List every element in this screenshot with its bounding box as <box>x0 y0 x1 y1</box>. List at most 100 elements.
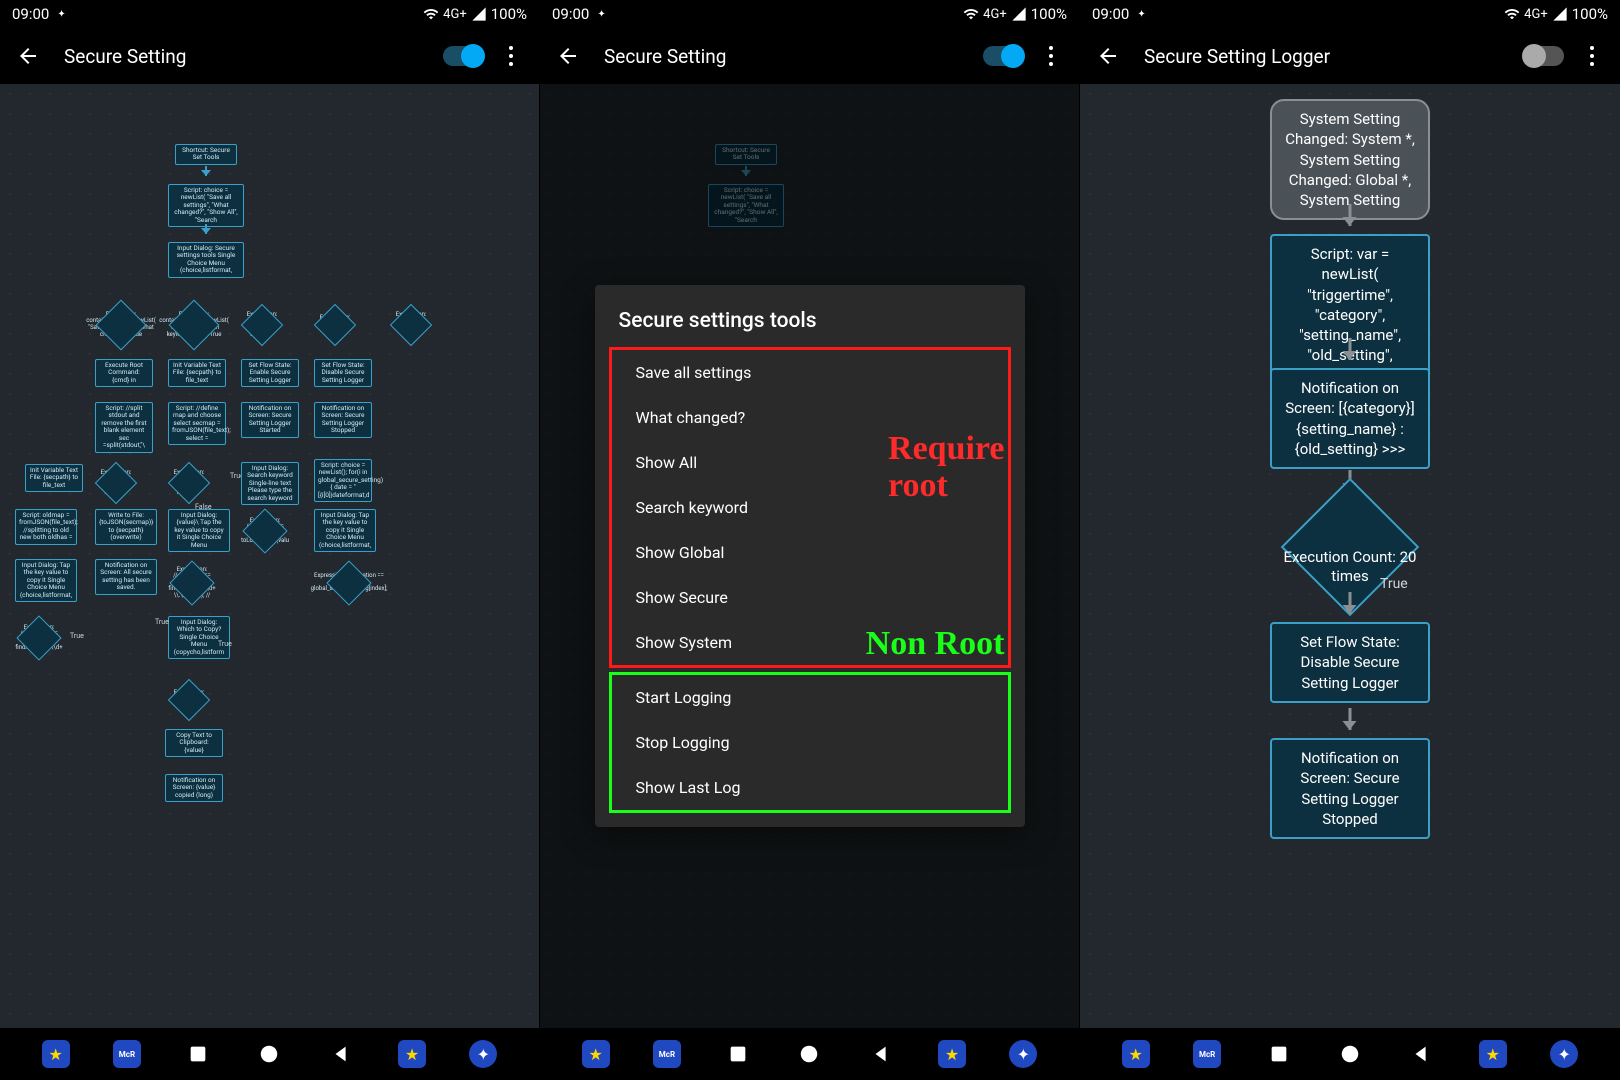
node-copied[interactable]: Notification on Screen: {value} copied (… <box>165 774 223 802</box>
decision-b[interactable]: Expression: containsElement(newList( "Sh… <box>168 299 220 351</box>
app-icon-4[interactable]: ✦ <box>469 1040 497 1068</box>
opt-save-all[interactable]: Save all settings <box>612 350 1008 395</box>
node-which[interactable]: Input Dialog: Which to Copy? Single Choi… <box>168 616 230 659</box>
node-notif-saved[interactable]: Notification on Screen: All secure setti… <box>95 559 157 595</box>
node-init[interactable]: Init Variable Text File: {secpath} to fi… <box>168 359 226 387</box>
decision-sec[interactable]: Expression: //operation == "ok"|| sec = … <box>325 559 373 607</box>
recent-icon[interactable] <box>1265 1040 1293 1068</box>
app-icon-3[interactable]: ★ <box>938 1040 966 1068</box>
node-enable[interactable]: Set Flow State: Enable Secure Setting Lo… <box>241 359 299 387</box>
node-tap3[interactable]: Input Dialog: Tap the key value to copy … <box>314 509 376 552</box>
node-initvar2[interactable]: Init Variable Text File: {secpath} to fi… <box>25 464 83 492</box>
overflow-icon[interactable] <box>1580 46 1604 66</box>
app-icon-1[interactable]: ★ <box>42 1040 70 1068</box>
overflow-icon[interactable] <box>1039 46 1063 66</box>
status-time: 09:00 <box>1092 5 1129 23</box>
node-tap1[interactable]: Input Dialog: Tap the key value to copy … <box>15 559 77 602</box>
app-icon-1[interactable]: ★ <box>582 1040 610 1068</box>
node-disable[interactable]: Set Flow State: Disable Secure Setting L… <box>314 359 372 387</box>
node-map[interactable]: Script: //define map and choose select s… <box>168 402 226 445</box>
status-bar: 09:00 ✦ 4G+ 100% <box>0 0 539 28</box>
enable-toggle[interactable] <box>1524 46 1564 66</box>
node-input1[interactable]: Input Dialog: Secure settings tools Sing… <box>168 242 244 278</box>
home-icon[interactable] <box>795 1040 823 1068</box>
label-true: True <box>70 632 84 640</box>
node-oldmap[interactable]: Script: oldmap = fromJSON(file_text); //… <box>15 509 77 545</box>
wifi-icon <box>963 6 979 22</box>
status-share-icon: ✦ <box>1137 9 1145 20</box>
app-bar: Secure Setting Logger <box>1080 28 1620 84</box>
app-icon-1[interactable]: ★ <box>1122 1040 1150 1068</box>
app-icon-4[interactable]: ✦ <box>1009 1040 1037 1068</box>
node-write[interactable]: Write to File: {toJSON(secmap)} to {secp… <box>95 509 157 545</box>
node-split[interactable]: Script: //split stdout and remove the fi… <box>95 402 153 453</box>
opt-start-log[interactable]: Start Logging <box>612 675 1008 720</box>
opt-show-last-log[interactable]: Show Last Log <box>612 765 1008 810</box>
app-icon-3[interactable]: ★ <box>1479 1040 1507 1068</box>
back-icon[interactable] <box>1096 44 1120 68</box>
status-share-icon: ✦ <box>57 9 65 20</box>
back-nav-icon[interactable] <box>1407 1040 1435 1068</box>
decision-ok-left[interactable]: Expression: //operation == "ok"|| find =… <box>15 614 63 662</box>
cell-icon <box>1552 6 1568 22</box>
back-nav-icon[interactable] <box>327 1040 355 1068</box>
decision-ok2[interactable]: Expression: operation == "ok" <box>168 679 210 721</box>
status-bar: 09:00 ✦ 4G+ 100% <box>540 0 1079 28</box>
back-nav-icon[interactable] <box>867 1040 895 1068</box>
opt-show-global[interactable]: Show Global <box>612 530 1008 575</box>
node-disable[interactable]: Set Flow State: Disable Secure Setting L… <box>1270 622 1430 703</box>
label-true: True <box>218 640 232 648</box>
recent-icon[interactable] <box>184 1040 212 1068</box>
dialog-overlay[interactable]: Secure settings tools Save all settings … <box>540 84 1079 1028</box>
home-icon[interactable] <box>255 1040 283 1068</box>
opt-show-secure[interactable]: Show Secure <box>612 575 1008 620</box>
page-title: Secure Setting <box>604 45 983 68</box>
decision-c[interactable]: Expression: value == "Start Logging" <box>241 304 283 346</box>
node-script1[interactable]: Script: choice = newList( "Save all sett… <box>168 184 244 227</box>
flow-canvas-2[interactable]: Shortcut: Secure Set Tools Script: choic… <box>540 84 1079 1028</box>
flow-canvas-1[interactable]: Shortcut: Secure Set Tools Script: choic… <box>0 84 539 1028</box>
dialog-title: Secure settings tools <box>595 309 1025 343</box>
overflow-icon[interactable] <box>499 46 523 66</box>
node-notif-stopped[interactable]: Notification on Screen: Secure Setting L… <box>314 402 372 438</box>
label-true: True <box>1380 576 1408 592</box>
node-notif1[interactable]: Notification on Screen: [{category}] {se… <box>1270 368 1430 469</box>
node-exec[interactable]: Execute Root Command: {cmd} in <box>95 359 153 387</box>
back-icon[interactable] <box>16 44 40 68</box>
node-search-dialog[interactable]: Input Dialog: Search keyword Single-line… <box>241 462 299 505</box>
app-icon-2[interactable]: McR <box>653 1040 681 1068</box>
decision-a[interactable]: Expression: containsElement(newList( "Sa… <box>95 299 147 351</box>
root-group: Save all settings What changed? Show All… <box>609 347 1011 668</box>
node-lastlog-script[interactable]: Script: choice = newList(); for(i in glo… <box>314 459 372 502</box>
status-battery: 100% <box>1031 5 1067 23</box>
page-title: Secure Setting Logger <box>1144 45 1524 68</box>
nav-bar: ★ McR ★ ✦ <box>540 1028 1079 1080</box>
decision-find[interactable]: Expression: //operation == "ok"|| find =… <box>168 559 216 607</box>
decision-e[interactable]: Expression: value == "Show Last Log" <box>390 304 432 346</box>
app-icon-2[interactable]: McR <box>1193 1040 1221 1068</box>
node-trigger[interactable]: System Setting Changed: System *, System… <box>1270 99 1430 220</box>
recent-icon[interactable] <box>724 1040 752 1068</box>
decision-d[interactable]: Expression: value == "Stop Logging" <box>314 304 356 346</box>
app-icon-2[interactable]: McR <box>113 1040 141 1068</box>
decision-save[interactable]: Expression: value == "Save all settings" <box>95 462 137 504</box>
app-icon-3[interactable]: ★ <box>398 1040 426 1068</box>
nav-bar: ★ McR ★ ✦ <box>1080 1028 1620 1080</box>
decision-search[interactable]: Expression: value == "Search keyword" <box>168 462 210 504</box>
home-icon[interactable] <box>1336 1040 1364 1068</box>
wifi-icon <box>1504 6 1520 22</box>
node-tap2[interactable]: Input Dialog: {value}\ Tap the key value… <box>168 509 230 552</box>
node-copy[interactable]: Copy Text to Clipboard: {value} <box>165 729 223 757</box>
node-notif-started[interactable]: Notification on Screen: Secure Setting L… <box>241 402 299 438</box>
opt-stop-log[interactable]: Stop Logging <box>612 720 1008 765</box>
nav-bar: ★ McR ★ ✦ <box>0 1028 539 1080</box>
node-notif2[interactable]: Notification on Screen: Secure Setting L… <box>1270 738 1430 839</box>
app-bar: Secure Setting <box>0 28 539 84</box>
enable-toggle[interactable] <box>443 46 483 66</box>
node-shortcut[interactable]: Shortcut: Secure Set Tools <box>175 144 237 165</box>
flow-canvas-3[interactable]: System Setting Changed: System *, System… <box>1080 84 1620 1028</box>
enable-toggle[interactable] <box>983 46 1023 66</box>
back-icon[interactable] <box>556 44 580 68</box>
decision-ok1[interactable]: Expression: //operation == "ok" || value… <box>241 507 289 555</box>
app-icon-4[interactable]: ✦ <box>1550 1040 1578 1068</box>
